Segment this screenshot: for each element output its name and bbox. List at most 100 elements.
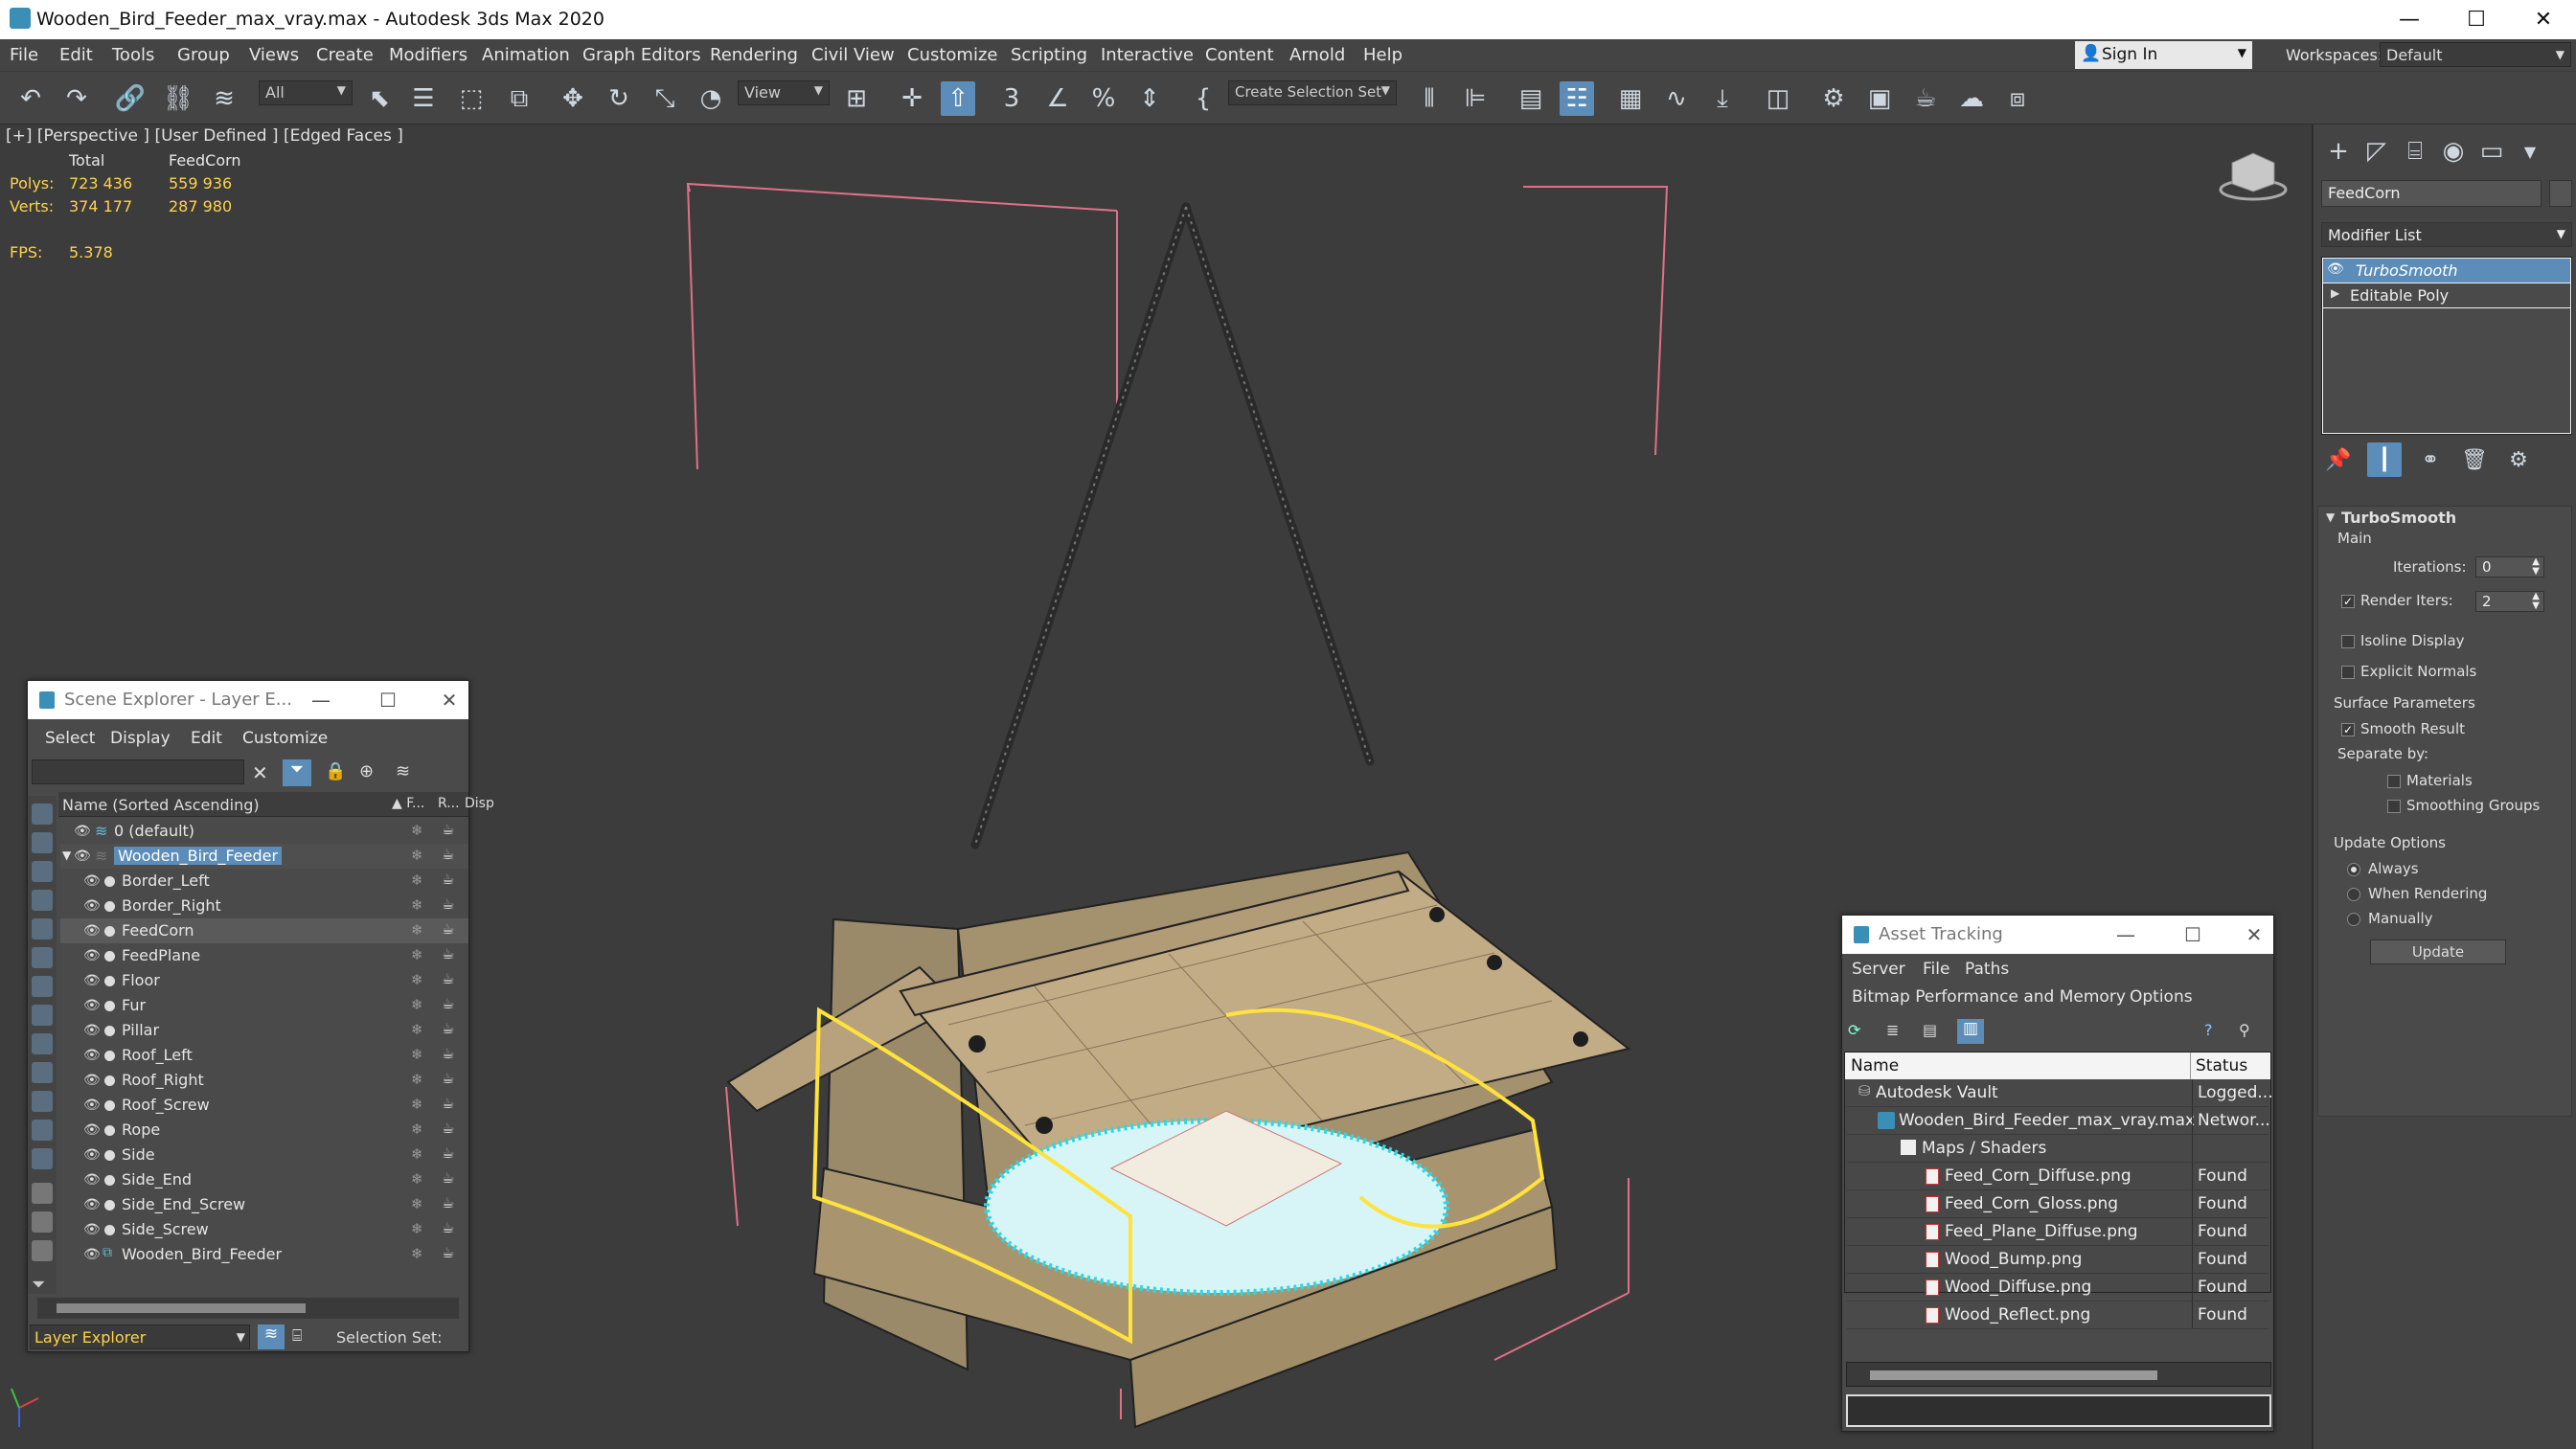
pivot-center-icon[interactable]: ⊞ xyxy=(839,81,874,116)
render-icon[interactable]: ☕ xyxy=(442,1144,454,1162)
maximize-button[interactable]: ☐ xyxy=(2174,921,2212,948)
unlink-icon[interactable]: ⛓ xyxy=(161,81,195,116)
rollout-title[interactable]: TurboSmooth xyxy=(2341,509,2456,527)
when-rendering-radio[interactable] xyxy=(2347,888,2360,901)
redo-icon[interactable]: ↷ xyxy=(59,81,94,116)
edit-named-sets-icon[interactable]: { xyxy=(1186,81,1220,116)
se-menu-select[interactable]: Select xyxy=(45,729,95,748)
scrollbar-thumb[interactable] xyxy=(1870,1370,2157,1380)
collapse-arrow-icon[interactable]: ▼ xyxy=(62,849,71,862)
undo-icon[interactable]: ↶ xyxy=(13,81,48,116)
new-layer-icon[interactable]: ⊕ xyxy=(359,761,374,781)
toggle-layer-explorer-icon[interactable]: ☷ xyxy=(1560,81,1594,116)
spinner-arrows-icon[interactable]: ▲ ▼ xyxy=(2532,557,2540,577)
at-horizontal-scrollbar[interactable] xyxy=(1846,1362,2271,1387)
at-menu-file[interactable]: File xyxy=(1923,960,1949,979)
layer-row-wooden-bird-feeder[interactable]: ▼ 👁 ≋ Wooden_Bird_Feeder ❄ ☕ xyxy=(60,844,468,869)
object-color-swatch[interactable] xyxy=(2549,180,2572,207)
smoothing-groups-checkbox[interactable] xyxy=(2387,800,2401,813)
object-row-roof-left[interactable]: 👁 Roof_Left ❄ ☕ xyxy=(60,1043,468,1068)
sign-in-dropdown[interactable]: 👤 Sign In ▼ xyxy=(2075,41,2252,69)
placement-icon[interactable]: ◔ xyxy=(694,81,728,116)
manually-radio[interactable] xyxy=(2347,913,2360,926)
object-row-fur[interactable]: 👁 Fur ❄ ☕ xyxy=(60,993,468,1018)
isoline-display-checkbox[interactable] xyxy=(2341,635,2355,648)
hierarchy-tab-icon[interactable]: ⌸ xyxy=(2398,134,2432,169)
minimize-button[interactable]: — xyxy=(2107,921,2145,948)
object-row-wooden-bird-feeder[interactable]: 👁 ⧉ Wooden_Bird_Feeder ❄ ☕ xyxy=(60,1242,468,1267)
eye-icon[interactable]: 👁 xyxy=(83,873,101,889)
col-display-header[interactable]: Disp xyxy=(465,796,494,811)
freeze-icon[interactable]: ❄ xyxy=(411,1021,423,1038)
layers-icon[interactable]: ≋ xyxy=(396,761,410,781)
render-icon[interactable]: ☕ xyxy=(442,846,454,863)
eye-icon[interactable]: 👁 xyxy=(83,898,101,914)
snaps-toggle-icon[interactable]: 3 xyxy=(994,81,1029,116)
object-row-pillar[interactable]: 👁 Pillar ❄ ☕ xyxy=(60,1018,468,1043)
col-name-header[interactable]: Name (Sorted Ascending) xyxy=(62,796,260,814)
eye-icon[interactable]: 👁 xyxy=(83,1147,101,1163)
freeze-icon[interactable]: ❄ xyxy=(411,847,423,864)
scene-explorer-titlebar[interactable]: Scene Explorer - Layer E... — ☐ ✕ xyxy=(28,681,468,719)
eye-icon[interactable]: 👁 xyxy=(83,1023,101,1038)
eye-icon[interactable]: 👁 xyxy=(83,1197,101,1212)
se-menu-display[interactable]: Display xyxy=(110,729,171,748)
explicit-normals-checkbox[interactable] xyxy=(2341,666,2355,679)
scrollbar-thumb[interactable] xyxy=(57,1303,306,1313)
material-editor-icon[interactable]: ◫ xyxy=(1761,81,1795,116)
chevron-down-icon[interactable]: ▼ xyxy=(2513,134,2547,169)
close-button[interactable]: ✕ xyxy=(430,687,468,713)
freeze-icon[interactable]: ❄ xyxy=(411,822,423,839)
eye-icon[interactable]: 👁 xyxy=(83,1048,101,1063)
tree-view-icon[interactable]: ▥ xyxy=(1957,1019,1984,1044)
object-row-feedplane[interactable]: 👁 FeedPlane ❄ ☕ xyxy=(60,943,468,968)
render-icon[interactable]: ☕ xyxy=(442,1070,454,1087)
asset-row-feed-plane-diffuse-png[interactable]: Feed_Plane_Diffuse.png Found xyxy=(1847,1218,2268,1246)
ref-coord-dropdown[interactable]: View ▼ xyxy=(738,80,830,105)
menu-rendering[interactable]: Rendering xyxy=(710,45,798,65)
render-icon[interactable]: ☕ xyxy=(442,1120,454,1137)
object-row-border-left[interactable]: 👁 Border_Left ❄ ☕ xyxy=(60,869,468,894)
table-view-icon[interactable]: ▤ xyxy=(1923,1021,1937,1039)
asset-row-feed-corn-gloss-png[interactable]: Feed_Corn_Gloss.png Found xyxy=(1847,1190,2268,1218)
freeze-icon[interactable]: ❄ xyxy=(411,1071,423,1088)
asset-row-autodesk-vault[interactable]: ⛁ Autodesk Vault Logged... xyxy=(1847,1079,2273,1107)
object-row-side[interactable]: 👁 Side ❄ ☕ xyxy=(60,1143,468,1167)
object-row-side-screw[interactable]: 👁 Side_Screw ❄ ☕ xyxy=(60,1217,468,1242)
move-icon[interactable]: ✥ xyxy=(556,81,590,116)
freeze-icon[interactable]: ❄ xyxy=(411,946,423,963)
menu-animation[interactable]: Animation xyxy=(482,45,570,65)
window-crossing-icon[interactable]: ⧉ xyxy=(502,81,536,116)
render-icon[interactable]: ☕ xyxy=(442,1095,454,1112)
asset-row-wood-reflect-png[interactable]: Wood_Reflect.png Found xyxy=(1847,1302,2268,1329)
menu-modifiers[interactable]: Modifiers xyxy=(389,45,467,65)
rendered-frame-window-icon[interactable]: ▣ xyxy=(1862,81,1897,116)
menu-arnold[interactable]: Arnold xyxy=(1289,45,1345,65)
view-cube[interactable] xyxy=(2219,152,2288,201)
menu-group[interactable]: Group xyxy=(177,45,230,65)
lock-icon[interactable]: 🔒 xyxy=(325,761,346,781)
layer-row-default[interactable]: 👁 ≋ 0 (default) ❄ ☕ xyxy=(60,819,468,844)
se-search-input[interactable] xyxy=(32,759,244,784)
pin-icon[interactable]: ⚲ xyxy=(2239,1021,2250,1039)
clear-search-icon[interactable]: ✕ xyxy=(252,761,268,784)
freeze-icon[interactable]: ❄ xyxy=(411,1046,423,1063)
render-icon[interactable]: ☕ xyxy=(442,1194,454,1211)
eye-icon[interactable]: 👁 xyxy=(83,1247,101,1262)
se-mode-dropdown[interactable]: Layer Explorer ▼ xyxy=(30,1324,250,1349)
eye-icon[interactable]: 👁 xyxy=(83,923,101,939)
menu-edit[interactable]: Edit xyxy=(59,45,93,65)
eye-icon[interactable]: 👁 xyxy=(83,973,101,988)
render-iterative-icon[interactable]: ☁ xyxy=(1954,81,1989,116)
remove-modifier-icon[interactable]: 🗑 xyxy=(2457,442,2492,477)
list-view-icon[interactable]: ≣ xyxy=(1886,1021,1899,1039)
object-name-field[interactable]: FeedCorn xyxy=(2321,180,2542,207)
expand-arrow-icon[interactable]: ▶ xyxy=(2331,286,2339,300)
close-button[interactable]: ✕ xyxy=(2510,0,2576,39)
col-status-header[interactable]: Status xyxy=(2196,1056,2247,1075)
create-tab-icon[interactable]: + xyxy=(2321,134,2356,169)
modify-tab-icon[interactable]: ◸ xyxy=(2359,134,2394,169)
menu-file[interactable]: File xyxy=(10,45,38,65)
select-object-icon[interactable]: ⬉ xyxy=(362,81,397,116)
se-menu-edit[interactable]: Edit xyxy=(191,729,222,748)
